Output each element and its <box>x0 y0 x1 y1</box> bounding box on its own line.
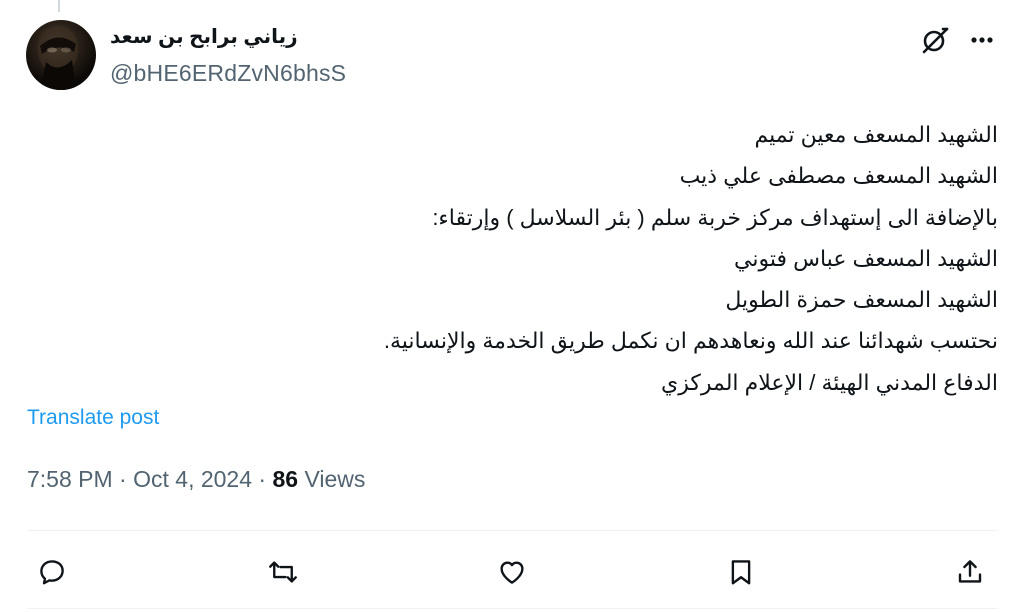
meta-separator: · <box>112 466 134 492</box>
meta-separator: · <box>252 466 273 492</box>
translate-post-link[interactable]: Translate post <box>27 406 159 430</box>
avatar[interactable] <box>26 20 96 90</box>
tweet-date[interactable]: Oct 4, 2024 <box>133 466 252 492</box>
author-display-name[interactable]: زياني برابح بن سعد <box>110 24 298 49</box>
thread-connector-line <box>58 0 60 12</box>
divider <box>27 608 998 609</box>
tweet-line: الشهيد المسعف حمزة الطويل <box>725 287 998 313</box>
bookmark-button[interactable] <box>719 550 763 594</box>
tweet-line: نحتسب شهدائنا عند الله ونعاهدهم ان نكمل … <box>383 328 998 354</box>
tweet-header: زياني برابح بن سعد @bHE6ERdZvN6bhsS <box>26 20 998 92</box>
grok-icon[interactable] <box>920 24 952 56</box>
share-icon <box>958 560 982 583</box>
more-icon[interactable] <box>966 24 998 56</box>
repost-icon <box>269 561 297 583</box>
views-count[interactable]: 86 <box>272 466 298 492</box>
repost-button[interactable] <box>261 550 305 594</box>
bookmark-icon <box>731 560 751 585</box>
share-button[interactable] <box>948 550 992 594</box>
views-label: Views <box>298 466 366 492</box>
tweet-time[interactable]: 7:58 PM <box>27 466 113 492</box>
avatar-image <box>38 26 78 90</box>
author-handle[interactable]: @bHE6ERdZvN6bhsS <box>110 60 346 87</box>
tweet-meta: 7:58 PM · Oct 4, 2024 · 86 Views <box>27 466 365 493</box>
divider <box>27 530 998 531</box>
tweet-line: الشهيد المسعف مصطفى علي ذيب <box>679 163 998 189</box>
reply-button[interactable] <box>30 550 74 594</box>
reply-icon <box>40 560 64 585</box>
tweet-line: الشهيد المسعف معين تميم <box>754 122 998 147</box>
action-bar <box>0 550 1024 594</box>
tweet-line: الشهيد المسعف عباس فتوني <box>734 245 998 271</box>
tweet-text: الشهيد المسعف معين تميم الشهيد المسعف مص… <box>38 114 998 403</box>
tweet-line: بالإضافة الى إستهداف مركز خربة سلم ( بئر… <box>432 204 998 230</box>
like-button[interactable] <box>490 550 534 594</box>
heart-icon <box>500 561 524 584</box>
tweet-line: الدفاع المدني الهيئة / الإعلام المركزي <box>661 369 998 395</box>
